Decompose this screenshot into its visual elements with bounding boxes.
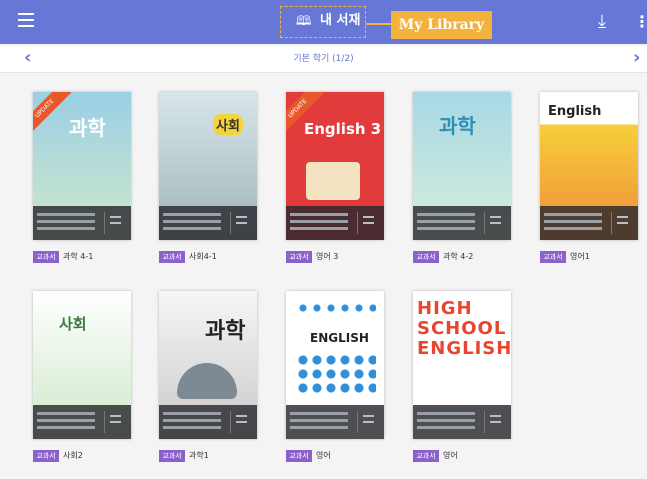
book-item[interactable]: UPDATE 과학 교과서 과학 4-1 xyxy=(33,92,131,263)
book-name: 영어 xyxy=(443,451,458,460)
book-name: 영어1 xyxy=(570,252,590,261)
textbook-badge: 교과서 xyxy=(33,450,59,462)
open-book-button[interactable] xyxy=(357,411,378,433)
book-item[interactable]: 사회 교과서 사회2 xyxy=(33,291,131,462)
book-item[interactable]: ENGLISH 교과서 영어 xyxy=(286,291,384,462)
term-label: 기본 학기 (1/2) xyxy=(293,54,354,64)
textbook-badge: 교과서 xyxy=(413,450,439,462)
my-library-callout: My Library xyxy=(391,11,492,39)
cover-info-shade xyxy=(540,206,638,240)
book-cover[interactable]: 과학 xyxy=(159,291,257,439)
cover-illustration xyxy=(177,363,237,399)
cover-title: HIGH SCHOOL ENGLISH xyxy=(417,298,511,359)
cover-info-shade xyxy=(33,206,131,240)
textbook-badge: 교과서 xyxy=(413,251,439,263)
book-name: 사회2 xyxy=(63,451,83,460)
cover-info-shade xyxy=(159,405,257,439)
book-item[interactable]: English 교과서 영어1 xyxy=(540,92,638,263)
cover-info-shade xyxy=(286,206,384,240)
textbook-badge: 교과서 xyxy=(286,251,312,263)
book-item[interactable]: HIGH SCHOOL ENGLISH 교과서 영어 xyxy=(413,291,511,462)
callout-connector xyxy=(366,23,392,25)
open-book-button[interactable] xyxy=(230,411,251,433)
book-name: 과학 4-1 xyxy=(63,252,94,261)
book-name: 과학 4-2 xyxy=(443,252,474,261)
open-book-button[interactable] xyxy=(230,212,251,234)
book-name: 사회4-1 xyxy=(189,252,217,261)
book-cover[interactable]: 사회 xyxy=(159,92,257,240)
book-cover[interactable]: English xyxy=(540,92,638,240)
book-cover[interactable]: ENGLISH xyxy=(286,291,384,439)
book-item[interactable]: UPDATE English 3 교과서 영어 3 xyxy=(286,92,384,263)
term-bar: ‹ 기본 학기 (1/2) › xyxy=(0,46,647,73)
more-vertical-icon[interactable]: ⋮ xyxy=(634,12,647,32)
cover-info-shade xyxy=(286,405,384,439)
book-item[interactable]: 과학 교과서 과학 4-2 xyxy=(413,92,511,263)
update-ribbon: UPDATE xyxy=(33,92,72,136)
cover-info-shade xyxy=(413,405,511,439)
book-name: 영어 3 xyxy=(316,252,339,261)
book-name: 영어 xyxy=(316,451,331,460)
open-book-button[interactable] xyxy=(104,212,125,234)
cover-dots xyxy=(296,353,376,395)
textbook-badge: 교과서 xyxy=(33,251,59,263)
cover-title: 과학 xyxy=(439,114,476,138)
book-item[interactable]: 사회 교과서 사회4-1 xyxy=(159,92,257,263)
cover-dots xyxy=(296,301,376,315)
textbook-badge: 교과서 xyxy=(286,450,312,462)
open-book-button[interactable] xyxy=(611,212,632,234)
book-cover[interactable]: 과학 xyxy=(413,92,511,240)
download-icon[interactable]: ⤓ xyxy=(598,12,618,32)
cover-title: 과학 xyxy=(69,116,106,140)
cover-title: ENGLISH xyxy=(310,331,369,345)
cover-illustration xyxy=(306,162,360,200)
open-book-button[interactable] xyxy=(357,212,378,234)
textbook-badge: 교과서 xyxy=(540,251,566,263)
chevron-right-icon[interactable]: › xyxy=(633,48,640,68)
book-name: 과학1 xyxy=(189,451,209,460)
textbook-badge: 교과서 xyxy=(159,450,185,462)
open-book-button[interactable] xyxy=(484,212,505,234)
cover-info-shade xyxy=(159,206,257,240)
top-app-bar: 🕮 내 서재 My Library ⤓ ⋮ xyxy=(0,0,647,44)
book-cover[interactable]: HIGH SCHOOL ENGLISH xyxy=(413,291,511,439)
cover-info-shade xyxy=(413,206,511,240)
open-book-button[interactable] xyxy=(484,411,505,433)
hamburger-icon[interactable] xyxy=(18,13,34,29)
book-cover[interactable]: 사회 xyxy=(33,291,131,439)
cover-title: English 3 xyxy=(304,120,382,138)
cover-title: 사회 xyxy=(59,315,87,333)
book-cover[interactable]: UPDATE 과학 xyxy=(33,92,131,240)
open-book-button[interactable] xyxy=(104,411,125,433)
page-title: 내 서재 xyxy=(320,13,361,28)
book-cover[interactable]: UPDATE English 3 xyxy=(286,92,384,240)
book-item[interactable]: 과학 교과서 과학1 xyxy=(159,291,257,462)
textbook-badge: 교과서 xyxy=(159,251,185,263)
cover-title: 사회 xyxy=(213,114,243,135)
cover-info-shade xyxy=(33,405,131,439)
cover-title: English xyxy=(548,104,602,119)
cover-title: 과학 xyxy=(205,319,246,344)
open-book-icon: 🕮 xyxy=(296,14,312,29)
